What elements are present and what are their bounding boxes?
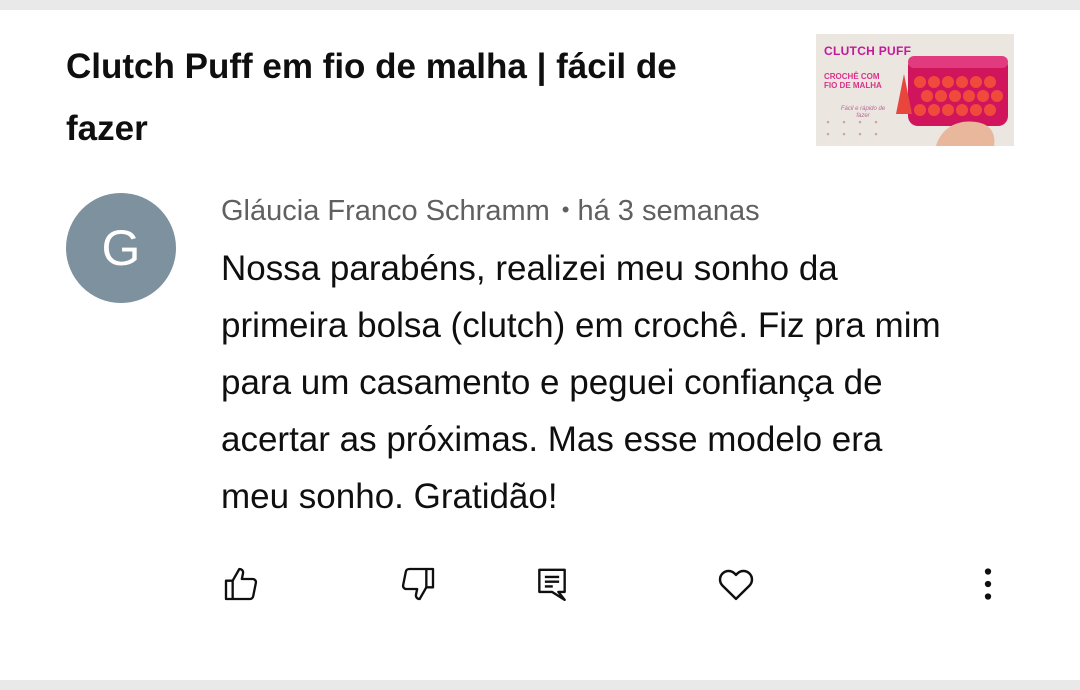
thumbnail-tagline: Fácil e rápido de fazer	[840, 106, 886, 119]
thumbnail-subtitle: CROCHÊ COM FIO DE MALHA	[824, 72, 882, 90]
dislike-button[interactable]	[396, 562, 440, 606]
thumbnail-title: CLUTCH PUFF	[824, 44, 912, 58]
heart-button[interactable]	[714, 562, 758, 606]
comment-author[interactable]: Gláucia Franco Schramm	[221, 195, 550, 227]
bottom-divider	[0, 680, 1080, 690]
like-button[interactable]	[219, 562, 263, 606]
avatar[interactable]: G	[66, 193, 176, 303]
avatar-letter: G	[101, 220, 141, 276]
top-divider	[0, 0, 1080, 10]
more-options-button[interactable]	[966, 562, 1010, 606]
thumbs-down-icon	[401, 567, 435, 601]
comment-time: há 3 semanas	[577, 195, 760, 227]
meta-separator: •	[561, 197, 570, 222]
video-title[interactable]: Clutch Puff em fio de malha | fácil de f…	[66, 36, 766, 160]
more-vertical-icon	[984, 568, 992, 600]
reply-icon	[538, 568, 566, 602]
reply-button[interactable]	[530, 562, 574, 606]
video-thumbnail[interactable]: CLUTCH PUFF CROCHÊ COM FIO DE MALHA Fáci…	[816, 34, 1014, 146]
heart-icon	[718, 569, 754, 601]
comment-meta: Gláucia Franco Schramm • há 3 semanas	[221, 195, 760, 228]
thumbs-up-icon	[224, 567, 258, 601]
comment-text: Nossa parabéns, realizei meu sonho da pr…	[221, 249, 941, 516]
comment-card: Clutch Puff em fio de malha | fácil de f…	[0, 0, 1080, 690]
